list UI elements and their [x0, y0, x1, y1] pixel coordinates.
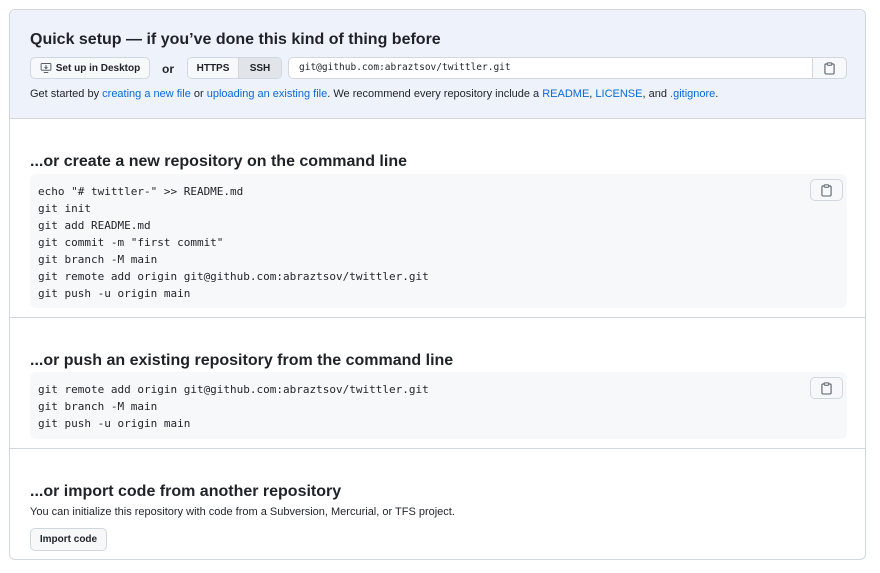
quick-setup-heading: Quick setup — if you’ve done this kind o…	[30, 31, 441, 48]
push-existing-repo-code-block: git remote add origin git@github.com:abr…	[30, 372, 847, 439]
get-started-text-part: . We recommend every repository include …	[327, 88, 543, 100]
get-started-text-part: Get started by	[30, 88, 103, 100]
get-started-text-part: , and	[642, 88, 671, 100]
license-link[interactable]: LICENSE	[595, 88, 642, 100]
empty-repo-setup-panel: Quick setup — if you’ve done this kind o…	[9, 9, 866, 560]
clipboard-copy-icon	[824, 61, 835, 75]
gitignore-link[interactable]: .gitignore	[670, 88, 715, 100]
code-line: git commit -m "first commit"	[38, 236, 224, 249]
or-separator: or	[162, 62, 174, 76]
uploading-existing-file-link[interactable]: uploading an existing file	[207, 88, 327, 100]
create-new-repo-section: ...or create a new repository on the com…	[10, 119, 865, 318]
code-line: git push -u origin main	[38, 417, 191, 430]
clipboard-copy-icon	[821, 381, 832, 395]
push-existing-repo-section: ...or push an existing repository from t…	[10, 318, 865, 449]
code-line: git branch -M main	[38, 253, 158, 266]
import-code-button[interactable]: Import code	[30, 528, 107, 551]
copy-push-commands-button[interactable]	[810, 377, 843, 399]
ssh-protocol-button[interactable]: SSH	[239, 58, 281, 78]
copy-create-commands-button[interactable]	[810, 179, 843, 201]
desktop-download-icon	[40, 62, 52, 74]
clone-protocol-toggle: HTTPS SSH	[187, 57, 282, 79]
code-line: git init	[38, 202, 91, 215]
https-protocol-button[interactable]: HTTPS	[188, 58, 239, 78]
copy-clone-url-button[interactable]	[812, 57, 847, 79]
import-code-heading: ...or import code from another repositor…	[30, 483, 342, 500]
readme-link[interactable]: README	[542, 88, 589, 100]
clipboard-copy-icon	[821, 183, 832, 197]
clone-url-input[interactable]: git@github.com:abraztsov/twittler.git	[288, 57, 812, 79]
code-line: git add README.md	[38, 219, 151, 232]
import-code-section: ...or import code from another repositor…	[10, 449, 865, 559]
get-started-text-part: or	[190, 88, 207, 100]
create-new-repo-code-block: echo "# twittler-" >> README.md git init…	[30, 174, 847, 308]
code-line: git push -u origin main	[38, 287, 191, 300]
code-line: git remote add origin git@github.com:abr…	[38, 383, 429, 396]
get-started-text-part: .	[715, 88, 719, 100]
quick-setup-section: Quick setup — if you’ve done this kind o…	[10, 10, 865, 119]
code-line: echo "# twittler-" >> README.md	[38, 185, 244, 198]
code-line: git branch -M main	[38, 400, 158, 413]
get-started-text: Get started by creating a new file or up…	[30, 88, 718, 100]
import-code-description: You can initialize this repository with …	[30, 506, 455, 518]
setup-in-desktop-button[interactable]: Set up in Desktop	[30, 57, 150, 79]
push-existing-repo-heading: ...or push an existing repository from t…	[30, 352, 454, 369]
code-line: git remote add origin git@github.com:abr…	[38, 270, 429, 283]
create-new-repo-heading: ...or create a new repository on the com…	[30, 153, 407, 170]
creating-new-file-link[interactable]: creating a new file	[102, 88, 191, 100]
setup-in-desktop-label: Set up in Desktop	[55, 62, 141, 74]
